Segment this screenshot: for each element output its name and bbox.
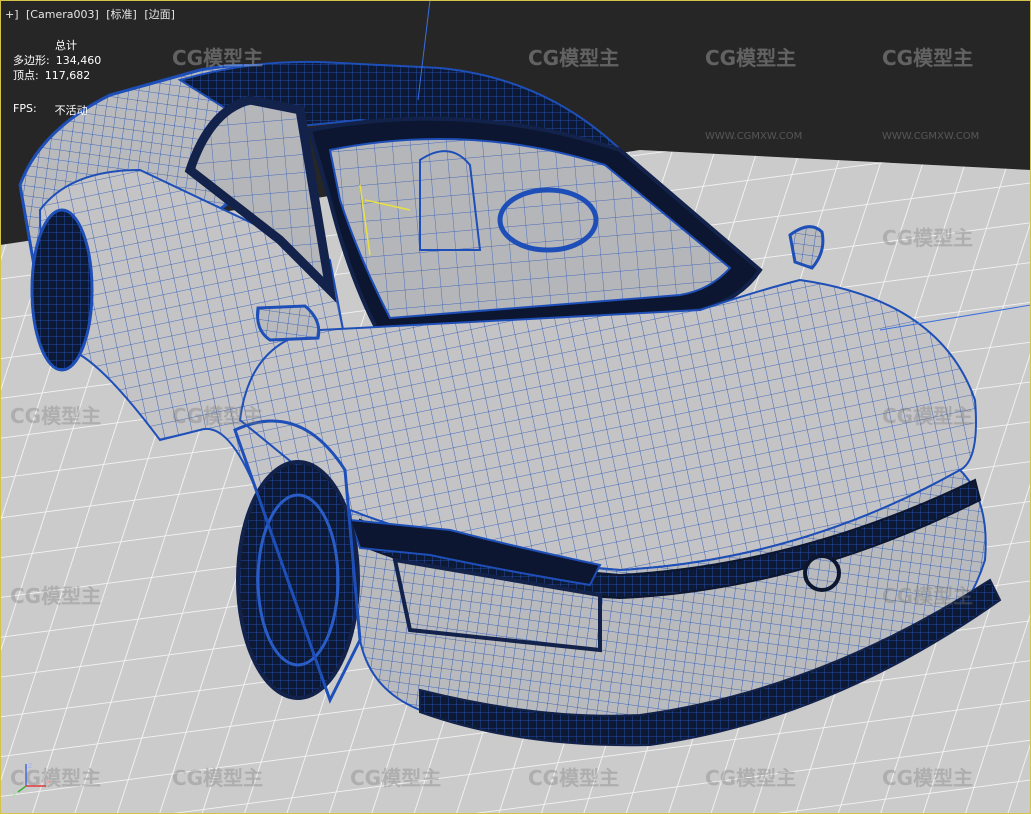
watermark-logo: CG模型主 xyxy=(705,46,797,70)
viewport-shading-menu[interactable]: [标准] xyxy=(106,8,137,21)
viewport-label-menu[interactable]: +] [Camera003] [标准] [边面] xyxy=(5,6,179,22)
rear-wheel xyxy=(30,208,94,372)
watermark-logo: CG模型主 xyxy=(882,226,974,250)
fps-label: FPS: xyxy=(13,102,37,115)
watermark-logo: CG模型主 xyxy=(10,404,102,428)
watermark-logo: CG模型主 xyxy=(882,46,974,70)
watermark-logo: CG模型主 xyxy=(172,404,264,428)
statistics-overlay: 总计 多边形: 134,460 顶点: 117,682 xyxy=(13,38,101,83)
watermark-logo: CG模型主 xyxy=(172,46,264,70)
polygons-label: 多边形: xyxy=(13,54,50,67)
polygons-value: 134,460 xyxy=(55,54,102,67)
viewport-display-menu[interactable]: [边面] xyxy=(144,8,175,21)
brand-badge xyxy=(803,554,841,592)
watermark-url: WWW.CGMXW.COM xyxy=(705,131,803,142)
stats-polygons-row: 多边形: 134,460 xyxy=(13,53,101,68)
watermark-logo: CG模型主 xyxy=(528,46,620,70)
vertices-label: 顶点: xyxy=(13,69,39,82)
vertices-value: 117,682 xyxy=(44,69,91,82)
gizmo-y-label: y xyxy=(12,789,17,798)
viewport-camera-menu[interactable]: [Camera003] xyxy=(26,8,99,21)
axis-gizmo-icon: z x y xyxy=(12,761,51,798)
watermark-logo: CG模型主 xyxy=(172,766,264,790)
watermark-url: WWW.CGMXW.COM xyxy=(882,131,980,142)
left-mirror xyxy=(256,304,321,342)
watermark-logo: CG模型主 xyxy=(882,584,974,608)
watermark-logo: CG模型主 xyxy=(350,766,442,790)
scene-render[interactable] xyxy=(0,0,1031,814)
watermark-logo: CG模型主 xyxy=(882,766,974,790)
watermark-logo: CG模型主 xyxy=(10,584,102,608)
right-mirror xyxy=(788,225,825,270)
stats-vertices-row: 顶点: 117,682 xyxy=(13,68,101,83)
fps-readout: FPS: 不活动 xyxy=(13,102,88,118)
gizmo-x-label: x xyxy=(46,777,51,786)
stats-title: 总计 xyxy=(55,39,77,52)
viewport-plus-menu[interactable]: +] xyxy=(5,8,19,21)
gizmo-y-axis xyxy=(17,785,27,793)
viewport[interactable]: +] [Camera003] [标准] [边面] 总计 多边形: 134,460… xyxy=(0,0,1031,814)
gizmo-z-label: z xyxy=(28,761,32,770)
watermark-logo: CG模型主 xyxy=(705,766,797,790)
watermark-logo: CG模型主 xyxy=(882,404,974,428)
front-wheel xyxy=(236,460,360,700)
watermark-logo: CG模型主 xyxy=(528,766,620,790)
fps-value: 不活动 xyxy=(54,104,88,117)
